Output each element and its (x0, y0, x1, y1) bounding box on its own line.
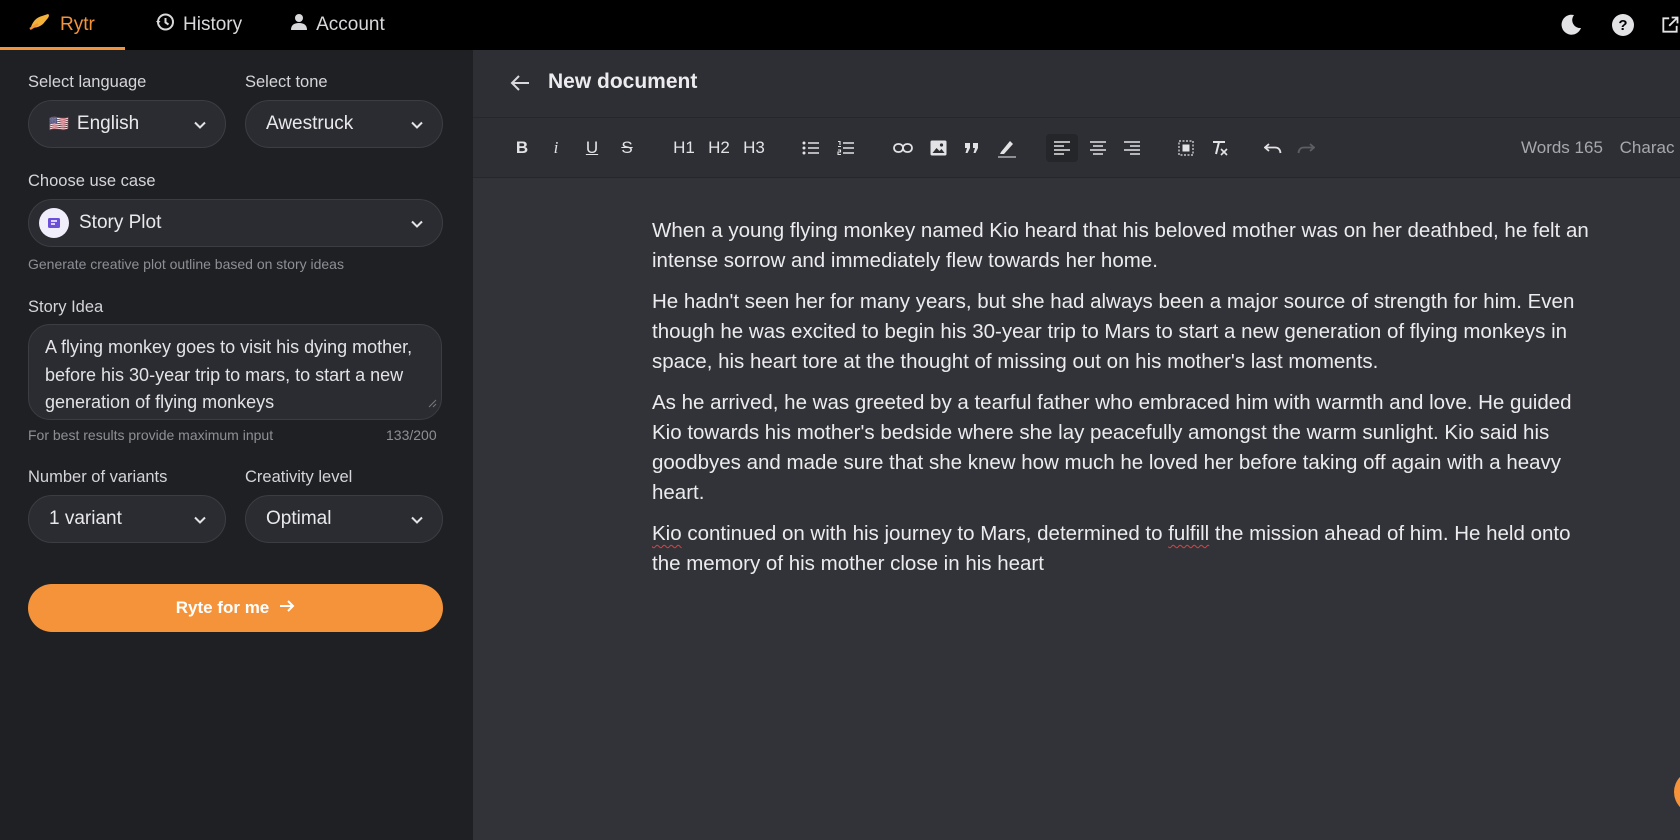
text-span: continued on with his journey to Mars, d… (681, 522, 1169, 545)
creativity-select[interactable]: Optimal (245, 495, 443, 543)
ryte-button-label: Ryte for me (175, 598, 270, 617)
us-flag-icon: 🇺🇸 (49, 116, 69, 133)
tab-account-label: Account (316, 14, 385, 35)
story-idea-input[interactable]: A flying monkey goes to visit his dying … (28, 324, 442, 420)
paragraph: He hadn't seen her for many years, but s… (652, 290, 1575, 373)
top-navigation: Rytr History Account ? (0, 0, 1680, 50)
image-icon[interactable] (925, 134, 951, 162)
ryte-for-me-button[interactable]: Ryte for me (28, 584, 443, 632)
language-select[interactable]: 🇺🇸 English (28, 100, 226, 148)
sidebar: Select language Select tone 🇺🇸 English A… (0, 50, 473, 840)
resize-handle-icon[interactable] (427, 389, 437, 417)
external-link-icon[interactable] (1660, 10, 1680, 40)
rytr-logo-icon (28, 12, 52, 38)
undo-icon[interactable] (1260, 134, 1286, 162)
document-title[interactable]: New document (548, 70, 697, 94)
select-all-icon[interactable] (1173, 134, 1199, 162)
italic-button[interactable]: i (543, 134, 569, 162)
use-case-label: Choose use case (28, 172, 156, 190)
tone-value: Awestruck (266, 113, 354, 134)
variants-value: 1 variant (49, 508, 122, 529)
editor-content[interactable]: When a young flying monkey named Kio hea… (652, 216, 1602, 590)
help-icon[interactable]: ? (1608, 10, 1638, 40)
tab-history-label: History (183, 14, 243, 35)
highlighter-icon[interactable] (994, 134, 1020, 162)
moon-icon[interactable] (1556, 10, 1586, 40)
chevron-down-icon (410, 511, 424, 533)
chat-launcher-button[interactable] (1674, 770, 1680, 814)
align-left-icon[interactable] (1046, 134, 1078, 162)
paragraph: When a young flying monkey named Kio hea… (652, 219, 1589, 272)
tone-label: Select tone (245, 73, 328, 91)
history-icon (155, 12, 175, 38)
tone-select[interactable]: Awestruck (245, 100, 443, 148)
redo-icon[interactable] (1293, 134, 1319, 162)
word-count: Words 165 Charac (1521, 138, 1674, 158)
align-center-icon[interactable] (1085, 134, 1111, 162)
story-idea-hint: For best results provide maximum input (28, 427, 274, 443)
tab-account[interactable]: Account (276, 0, 399, 50)
misspelled-word[interactable]: fulfill (1168, 522, 1209, 545)
paragraph: As he arrived, he was greeted by a tearf… (652, 391, 1572, 504)
language-value: English (76, 113, 140, 134)
tab-rytr[interactable]: Rytr (0, 0, 125, 50)
word-count-value: Words 165 (1521, 138, 1603, 157)
heading-1-button[interactable]: H1 (671, 134, 697, 162)
chevron-down-icon (410, 215, 424, 237)
clear-format-icon[interactable] (1207, 134, 1233, 162)
arrow-right-icon (279, 598, 295, 618)
editor-toolbar: B i U S H1 H2 H3 Words 165 Charac (473, 118, 1680, 178)
underline-button[interactable]: U (579, 134, 605, 162)
brand-label: Rytr (60, 14, 95, 35)
story-plot-icon (39, 208, 69, 238)
numbered-list-icon[interactable] (833, 134, 859, 162)
bullet-list-icon[interactable] (798, 134, 824, 162)
use-case-select[interactable]: Story Plot (28, 199, 443, 247)
back-arrow-icon[interactable] (510, 74, 530, 97)
use-case-value: Story Plot (79, 212, 162, 233)
misspelled-word[interactable]: Kio (652, 522, 682, 545)
creativity-label: Creativity level (245, 468, 353, 486)
svg-text:?: ? (1618, 17, 1627, 34)
creativity-value: Optimal (266, 508, 332, 529)
tab-history[interactable]: History (141, 0, 256, 50)
heading-2-button[interactable]: H2 (706, 134, 732, 162)
strikethrough-button[interactable]: S (614, 134, 640, 162)
chevron-down-icon (410, 116, 424, 138)
story-idea-label: Story Idea (28, 298, 104, 316)
variants-select[interactable]: 1 variant (28, 495, 226, 543)
quote-icon[interactable] (959, 134, 985, 162)
nav-actions: ? (1556, 0, 1680, 50)
language-label: Select language (28, 73, 147, 91)
chevron-down-icon (193, 511, 207, 533)
use-case-hint: Generate creative plot outline based on … (28, 256, 344, 272)
account-icon (290, 13, 308, 37)
story-idea-value: A flying monkey goes to visit his dying … (45, 337, 413, 412)
heading-3-button[interactable]: H3 (741, 134, 767, 162)
link-icon[interactable] (890, 134, 916, 162)
chevron-down-icon (193, 116, 207, 138)
character-count-label: Charac (1619, 138, 1675, 157)
align-right-icon[interactable] (1119, 134, 1145, 162)
paragraph: Kio continued on with his journey to Mar… (652, 519, 1602, 579)
variants-label: Number of variants (28, 468, 168, 486)
document-header: New document (473, 50, 1680, 118)
bold-button[interactable]: B (509, 134, 535, 162)
story-idea-count: 133/200 (386, 427, 437, 443)
